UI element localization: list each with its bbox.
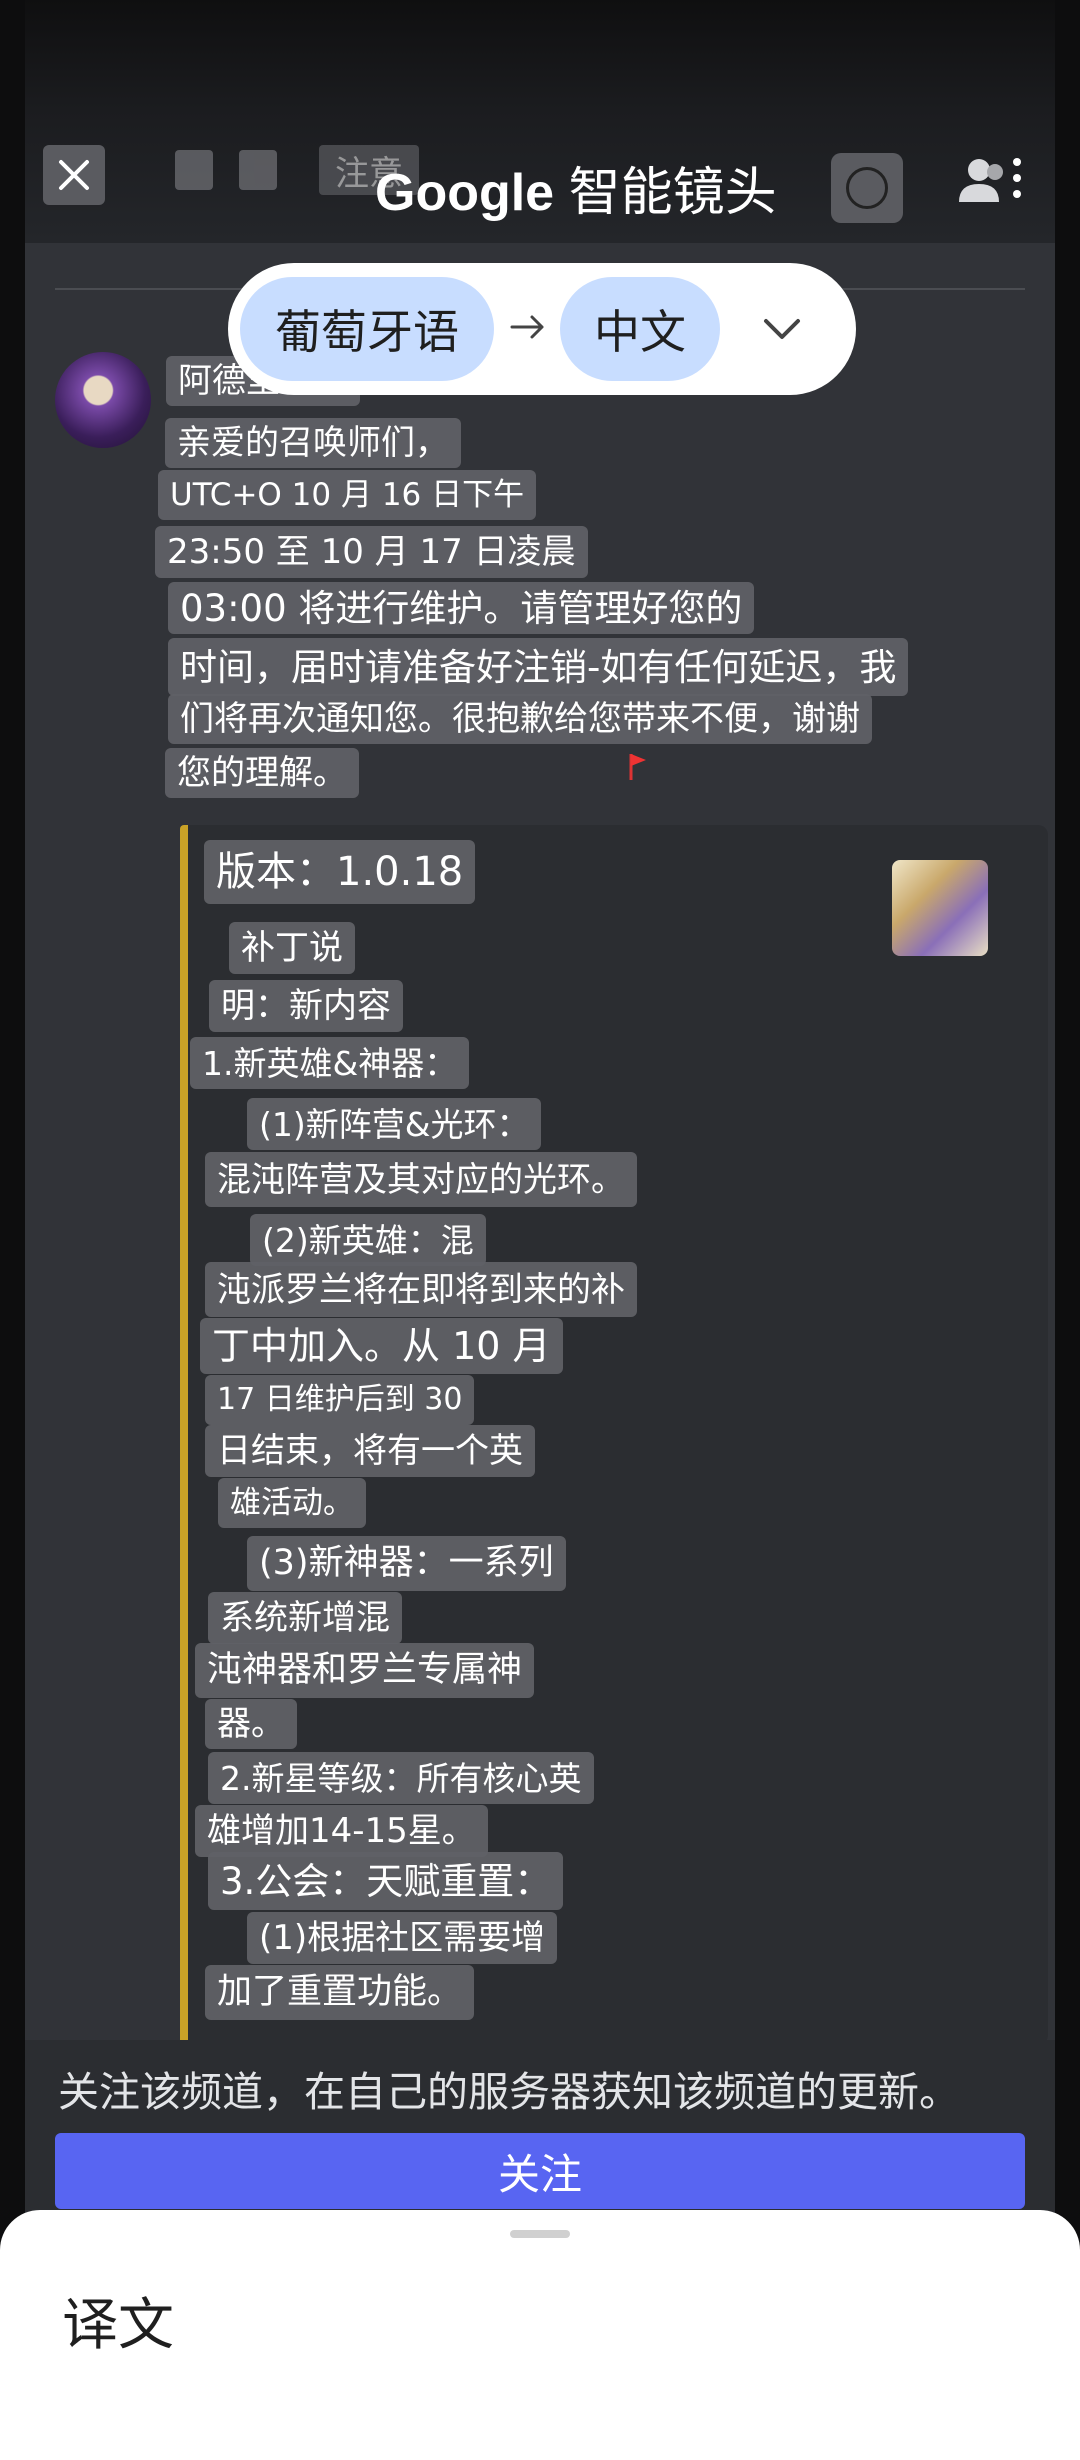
embed-line: 1.新英雄&神器： xyxy=(190,1037,470,1089)
embed-line: 系统新增混 xyxy=(208,1592,402,1644)
embed-line: (3)新神器：一系列 xyxy=(247,1536,566,1591)
embed-line: 丁中加入。从 10 月 xyxy=(200,1318,563,1374)
shutter-icon xyxy=(846,167,888,209)
embed-line: 日结束，将有一个英 xyxy=(205,1425,535,1477)
target-language-chip[interactable]: 中文 xyxy=(560,277,720,381)
message-line: 时间，届时请准备好注销-如有任何延迟，我 xyxy=(168,638,909,696)
source-language-chip[interactable]: 葡萄牙语 xyxy=(240,277,494,381)
embed-line: 雄活动。 xyxy=(218,1478,366,1528)
embed-line: 混沌阵营及其对应的光环。 xyxy=(205,1152,637,1207)
sheet-title: 译文 xyxy=(62,2293,174,2358)
sheet-drag-handle[interactable] xyxy=(510,2230,570,2238)
embed-line: 明：新内容 xyxy=(209,980,403,1032)
embed-line: (1)根据社区需要增 xyxy=(247,1912,558,1964)
megaphone-icon xyxy=(175,150,213,190)
flag-icon xyxy=(629,754,646,780)
embed-line: 雄增加14-15星。 xyxy=(195,1805,488,1857)
shutter-button[interactable] xyxy=(831,153,903,223)
embed-line: 器。 xyxy=(205,1699,297,1749)
embed-line: (1)新阵营&光环： xyxy=(247,1098,542,1150)
lens-title: Google 智能镜头 xyxy=(375,150,777,225)
close-button[interactable] xyxy=(43,145,105,205)
message-line: 23:50 至 10 月 17 日凌晨 xyxy=(155,526,588,578)
translation-sheet[interactable]: 译文 xyxy=(0,2210,1080,2460)
embed-line: 3.公会：天赋重置： xyxy=(208,1852,564,1910)
message-line: 03:00 将进行维护。请管理好您的 xyxy=(168,582,755,634)
message-line: 们将再次通知您。很抱歉给您带来不便，谢谢 xyxy=(168,694,872,744)
embed-line: 17 日维护后到 30 xyxy=(205,1375,475,1425)
follow-button[interactable]: 关注 xyxy=(55,2133,1025,2209)
language-selector: 葡萄牙语 中文 xyxy=(228,263,856,395)
embed-line: (2)新英雄：混 xyxy=(250,1214,486,1266)
lens-product-name: 智能镜头 xyxy=(568,164,777,222)
notes-icon xyxy=(239,150,277,190)
message-line: UTC+O 10 月 16 日下午 xyxy=(158,470,537,520)
embed-line: 2.新星等级：所有核心英 xyxy=(208,1752,594,1804)
google-logo: Google xyxy=(375,164,555,222)
message-line: 亲爱的召唤师们， xyxy=(165,418,461,468)
embed-accent-bar xyxy=(180,825,188,2045)
embed-line: 沌神器和罗兰专属神 xyxy=(195,1643,535,1698)
close-icon xyxy=(59,160,89,190)
background-toolbar xyxy=(175,150,277,190)
follow-notice-text: 关注该频道，在自己的服务器获知该频道的更新。 xyxy=(58,2068,960,2116)
embed-thumbnail[interactable] xyxy=(892,860,988,956)
avatar[interactable] xyxy=(55,352,151,448)
arrow-right-icon xyxy=(510,315,544,339)
embed-title: 版本：1.0.18 xyxy=(204,840,476,904)
embed-line: 沌派罗兰将在即将到来的补 xyxy=(205,1262,637,1317)
chevron-down-icon[interactable] xyxy=(756,305,808,355)
embed-line: 补丁说 xyxy=(229,922,355,974)
message-line: 您的理解。 xyxy=(165,748,359,798)
embed-line: 加了重置功能。 xyxy=(205,1965,475,2020)
account-icon[interactable] xyxy=(955,152,1025,212)
